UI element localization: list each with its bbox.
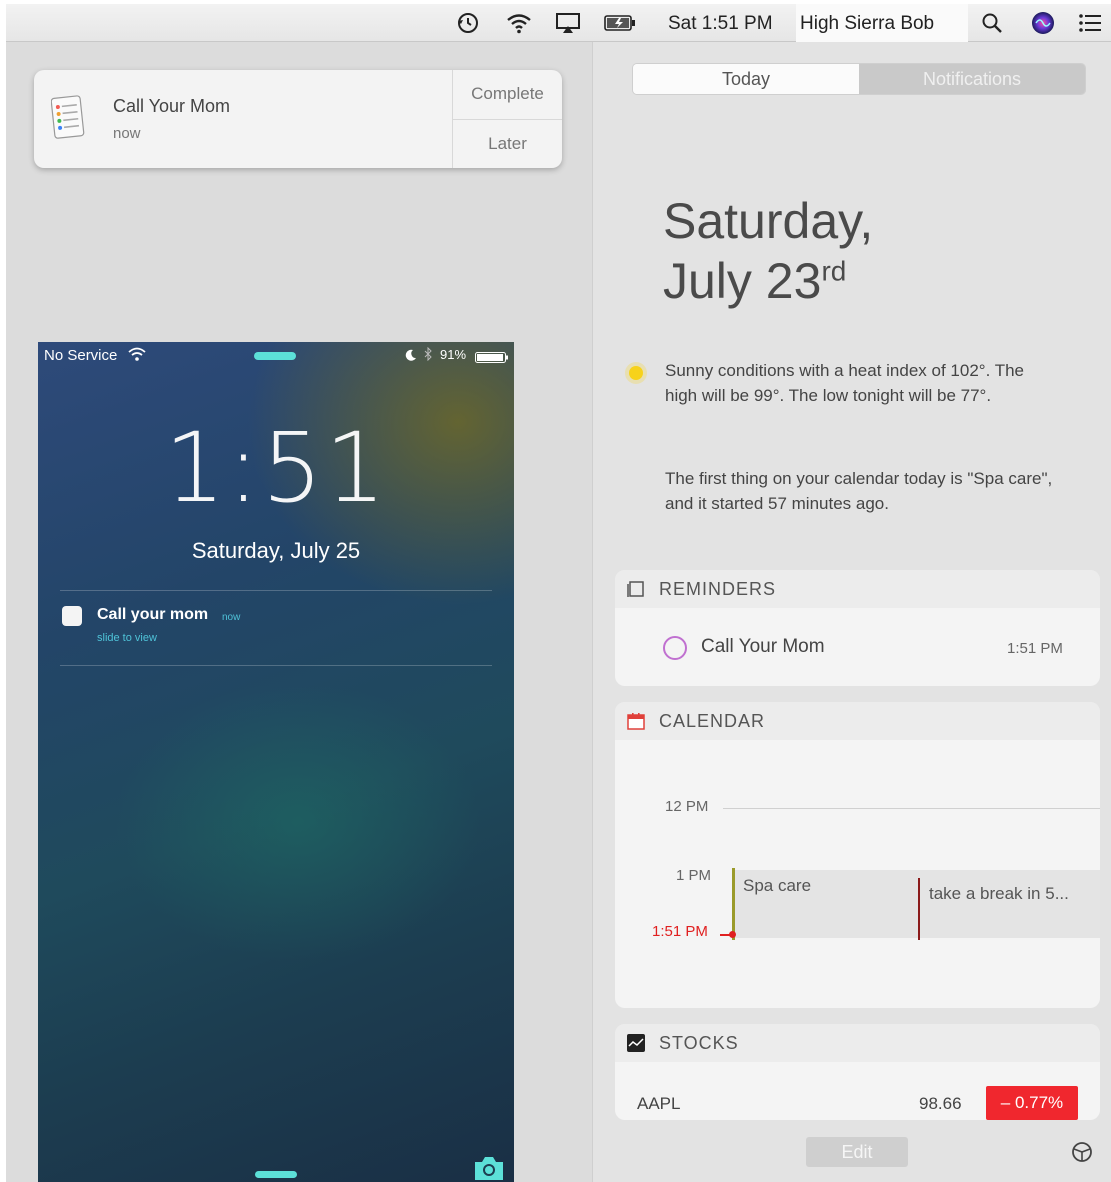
stocks-widget: STOCKS AAPL 98.66 – 0.77% — [615, 1024, 1100, 1120]
calendar-12pm-line — [723, 808, 1100, 809]
lock-screen-date: Saturday, July 25 — [191, 538, 361, 563]
siri-icon[interactable] — [1030, 10, 1056, 36]
pull-down-handle[interactable] — [254, 352, 296, 360]
wifi-icon[interactable] — [506, 10, 532, 36]
reminder-checkbox[interactable] — [663, 636, 687, 660]
today-date-day: July 23rd — [663, 252, 846, 310]
notification-top-divider — [60, 590, 492, 591]
notification-bottom-divider — [60, 665, 492, 666]
bluetooth-icon — [424, 346, 432, 366]
stock-change-badge[interactable]: – 0.77% — [986, 1086, 1078, 1120]
complete-button[interactable]: Complete — [453, 70, 562, 118]
time-machine-icon[interactable] — [455, 10, 481, 36]
tab-today[interactable]: Today — [633, 64, 859, 94]
extensions-settings-icon[interactable] — [1071, 1141, 1093, 1168]
calendar-widget: CALENDAR 12 PM 1 PM Spa care take a brea… — [615, 702, 1100, 1008]
spa-care-event-bar — [732, 868, 735, 940]
banner-title: Call Your Mom — [113, 96, 231, 116]
segmented-control: Today Notifications — [633, 64, 1085, 94]
break-event-title[interactable]: take a break in 5... — [929, 884, 1069, 904]
spa-care-event-title: Spa care — [743, 876, 812, 895]
reminder-item-title[interactable]: Call Your Mom — [701, 636, 825, 658]
edit-button[interactable]: Edit — [806, 1137, 908, 1167]
camera-icon[interactable] — [472, 1154, 506, 1182]
stock-symbol[interactable]: AAPL — [637, 1094, 680, 1114]
phone-battery-icon — [475, 350, 509, 368]
menubar-clock[interactable]: Sat 1:51 PM — [668, 13, 773, 35]
reminder-banner[interactable]: Call Your Mom now Complete Later — [34, 70, 562, 168]
tab-notifications[interactable]: Notifications — [859, 64, 1085, 94]
carrier-label: No Service — [44, 347, 118, 364]
reminders-small-icon — [62, 606, 82, 626]
calendar-now-dot — [729, 931, 736, 938]
notification-center-icon[interactable] — [1077, 10, 1103, 36]
menubar-user[interactable]: High Sierra Bob — [800, 13, 934, 35]
weather-summary: Sunny conditions with a heat index of 10… — [665, 361, 1025, 405]
calendar-widget-title: CALENDAR — [659, 711, 766, 731]
reminders-widget-icon — [627, 580, 645, 598]
banner-time: now — [113, 125, 141, 142]
lock-notification-title: Call your mom — [97, 606, 209, 623]
phone-battery-percent: 91% — [440, 347, 467, 362]
pull-up-handle[interactable] — [255, 1171, 297, 1178]
lock-notification-time: now — [222, 612, 241, 623]
screen: Sat 1:51 PM High Sierra Bob Call Your Mo… — [0, 0, 1111, 1182]
reminders-widget-title: REMINDERS — [659, 579, 777, 599]
lock-notification-hint: slide to view — [97, 632, 157, 644]
reminders-widget: REMINDERS Call Your Mom 1:51 PM — [615, 570, 1100, 686]
menu-bar: Sat 1:51 PM High Sierra Bob — [6, 4, 1111, 42]
do-not-disturb-icon — [405, 348, 417, 366]
calendar-label-1pm: 1 PM — [676, 867, 712, 884]
iphone-lock-screen: No Service 91% 1:51 Saturday, July 25 Ca… — [38, 342, 514, 1182]
calendar-summary: The first thing on your calendar today i… — [665, 469, 1053, 513]
later-button[interactable]: Later — [453, 120, 562, 168]
notification-center-panel: Today Notifications Saturday, July 23rd … — [592, 42, 1111, 1182]
reminders-app-icon — [50, 94, 85, 140]
calendar-widget-icon — [627, 712, 645, 730]
reminder-item-time: 1:51 PM — [1007, 640, 1063, 657]
stock-price: 98.66 — [919, 1094, 962, 1113]
phone-wifi-icon — [128, 347, 146, 368]
calendar-label-12pm: 12 PM — [665, 798, 709, 815]
stocks-widget-title: STOCKS — [659, 1033, 739, 1053]
search-icon[interactable] — [979, 10, 1005, 36]
today-date-ordinal: rd — [821, 255, 847, 287]
today-date-weekday: Saturday, — [663, 193, 874, 249]
stocks-widget-icon — [627, 1034, 645, 1052]
airplay-icon[interactable] — [555, 10, 581, 36]
break-event-bar — [918, 878, 920, 940]
sun-icon — [623, 360, 649, 391]
calendar-now-label: 1:51 PM — [652, 923, 708, 940]
lock-screen-time: 1:51 — [164, 412, 388, 524]
today-date-month-day: July 23 — [663, 253, 822, 309]
battery-icon[interactable] — [603, 10, 637, 36]
